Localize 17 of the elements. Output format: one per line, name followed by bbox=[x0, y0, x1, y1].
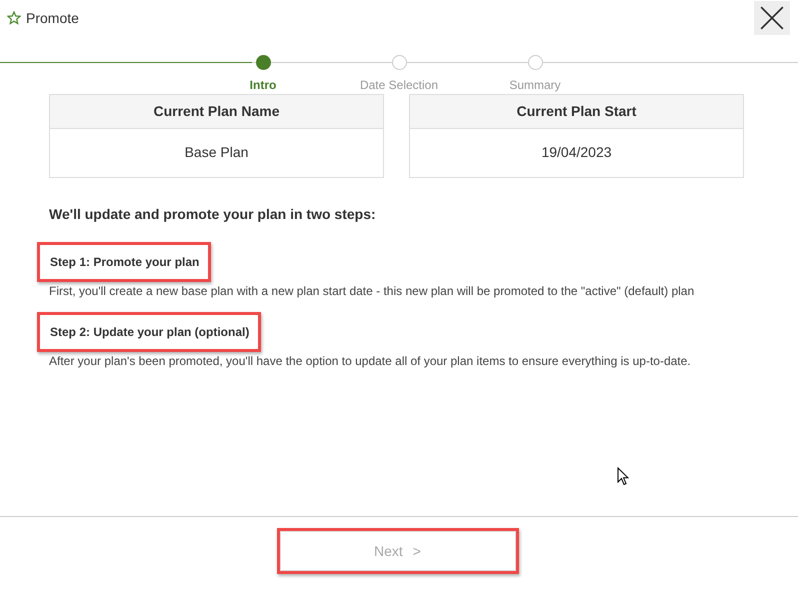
card-value: 19/04/2023 bbox=[540, 143, 613, 162]
step-title: Step 1: Promote your plan bbox=[50, 255, 200, 269]
card-value: Base Plan bbox=[184, 143, 250, 162]
card-header: Current Plan Start bbox=[410, 95, 743, 129]
card-header: Current Plan Name bbox=[50, 95, 383, 129]
close-button[interactable] bbox=[754, 1, 790, 35]
dialog-title: Promote bbox=[26, 10, 79, 26]
intro-heading: We'll update and promote your plan in two steps: bbox=[49, 206, 377, 222]
step-label[interactable]: Intro bbox=[250, 78, 276, 92]
cursor-icon bbox=[617, 467, 629, 486]
step-description: First, you'll create a new base plan with a new plan start date - this new plan will be promoted to the "active" (default) plan bbox=[49, 283, 696, 300]
step-description: After your plan's been promoted, you'll have the option to update all of your plan items to ensure everything is up-to-date. bbox=[49, 353, 692, 370]
step-label[interactable]: Date Selection bbox=[360, 78, 438, 92]
step-label[interactable]: Summary bbox=[509, 78, 561, 92]
step-title: Step 2: Update your plan (optional) bbox=[50, 325, 250, 339]
star-icon bbox=[7, 11, 21, 25]
step-dot[interactable] bbox=[256, 55, 270, 70]
